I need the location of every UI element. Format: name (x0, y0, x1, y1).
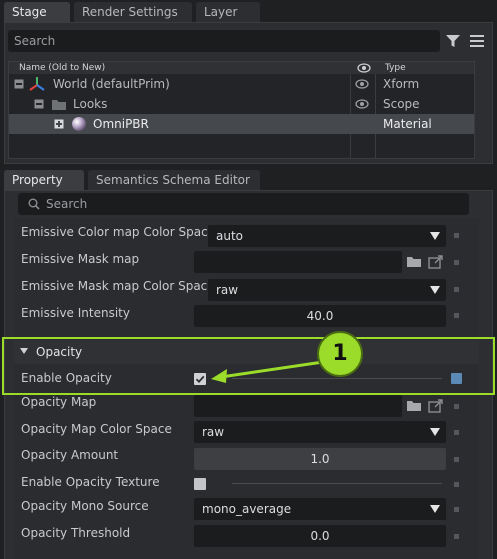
tab-stage[interactable]: Stage (4, 2, 70, 22)
tree-row-type: Scope (383, 97, 420, 111)
tab-property[interactable]: Property (4, 170, 84, 190)
opacity-mono-source-dropdown[interactable]: mono_average (194, 498, 446, 520)
collapse-icon[interactable] (34, 99, 44, 109)
tree-header-name: Name (Old to New) (19, 63, 106, 73)
stage-tab-bar: Stage Render Settings Layer (0, 0, 497, 22)
tree-row-omnipbr[interactable]: OmniPBR Material (9, 114, 474, 134)
reset-indicator[interactable] (454, 287, 459, 292)
reset-indicator[interactable] (454, 313, 459, 318)
property-label: Opacity Map Color Space (21, 422, 172, 436)
open-external-icon[interactable] (427, 397, 445, 415)
filter-icon[interactable] (445, 33, 461, 49)
tab-render-settings[interactable]: Render Settings (74, 2, 192, 22)
folder-icon (52, 100, 66, 110)
tab-layer[interactable]: Layer (196, 2, 260, 22)
visibility-header-icon (357, 63, 371, 73)
dropdown-value: raw (216, 283, 239, 297)
emissive-mask-color-space-dropdown[interactable]: raw (208, 279, 446, 301)
tree-row-world[interactable]: World (defaultPrim) Xform (9, 74, 474, 94)
emissive-mask-map-field[interactable] (194, 251, 402, 273)
opacity-map-color-space-dropdown[interactable]: raw (194, 421, 446, 443)
reset-indicator[interactable] (454, 430, 459, 435)
tab-semantics-schema-editor[interactable]: Semantics Schema Editor (88, 170, 260, 190)
tree-header: Name (Old to New) Type (9, 62, 474, 74)
chevron-down-icon (430, 232, 440, 240)
visibility-icon[interactable] (355, 79, 369, 89)
property-search-input[interactable]: Search (18, 193, 469, 215)
material-sphere-icon (72, 117, 86, 131)
reset-indicator[interactable] (454, 404, 459, 409)
emissive-intensity-field[interactable]: 40.0 (194, 305, 446, 327)
reset-indicator[interactable] (454, 507, 459, 512)
reset-indicator[interactable] (454, 534, 459, 539)
tree-row-type: Material (383, 117, 432, 131)
opacity-threshold-field[interactable]: 0.0 (194, 525, 446, 547)
property-label: Emissive Color map Color Space (21, 225, 216, 239)
dropdown-value: auto (216, 229, 244, 243)
chevron-down-icon (430, 505, 440, 513)
property-label: Emissive Intensity (21, 306, 130, 320)
reset-indicator[interactable] (454, 233, 459, 238)
property-tab-bar: Property Semantics Schema Editor (0, 168, 497, 190)
property-label: Opacity Amount (21, 448, 119, 462)
tree-row-label: Looks (73, 97, 108, 111)
emissive-color-space-dropdown[interactable]: auto (208, 225, 446, 247)
tree-row-looks[interactable]: Looks Scope (9, 94, 474, 114)
xform-icon (29, 77, 45, 91)
dropdown-value: raw (202, 425, 225, 439)
reset-indicator[interactable] (454, 457, 459, 462)
opacity-map-field[interactable] (194, 395, 402, 417)
enable-opacity-texture-checkbox[interactable] (194, 478, 206, 490)
tree-header-type: Type (385, 63, 406, 73)
property-label: Opacity Map (21, 395, 97, 409)
reset-indicator[interactable] (454, 260, 459, 265)
expand-icon[interactable] (54, 119, 64, 129)
folder-icon[interactable] (405, 397, 423, 415)
collapse-icon[interactable] (14, 79, 24, 89)
opacity-amount-slider[interactable]: 1.0 (194, 448, 446, 470)
property-label: Emissive Mask map Color Space (21, 279, 215, 293)
dropdown-value: mono_average (202, 502, 292, 516)
property-label: Opacity Threshold (21, 526, 131, 540)
callout-number-badge: 1 (317, 331, 363, 377)
tree-row-label: World (defaultPrim) (53, 77, 170, 91)
stage-tree: Name (Old to New) Type World (defaultPri… (8, 61, 475, 159)
property-label: Emissive Mask map (21, 252, 140, 266)
menu-icon[interactable] (469, 34, 485, 48)
chevron-down-icon (430, 428, 440, 436)
search-icon (28, 198, 40, 210)
visibility-icon[interactable] (355, 99, 369, 109)
divider (232, 483, 442, 484)
stage-search-input[interactable]: Search (8, 30, 440, 52)
reset-indicator[interactable] (454, 482, 459, 487)
chevron-down-icon (430, 286, 440, 294)
open-external-icon[interactable] (427, 253, 445, 271)
folder-icon[interactable] (405, 253, 423, 271)
property-label: Opacity Mono Source (21, 499, 149, 513)
tree-row-type: Xform (383, 77, 420, 91)
tree-row-label: OmniPBR (93, 117, 149, 131)
property-label: Enable Opacity Texture (21, 475, 160, 489)
